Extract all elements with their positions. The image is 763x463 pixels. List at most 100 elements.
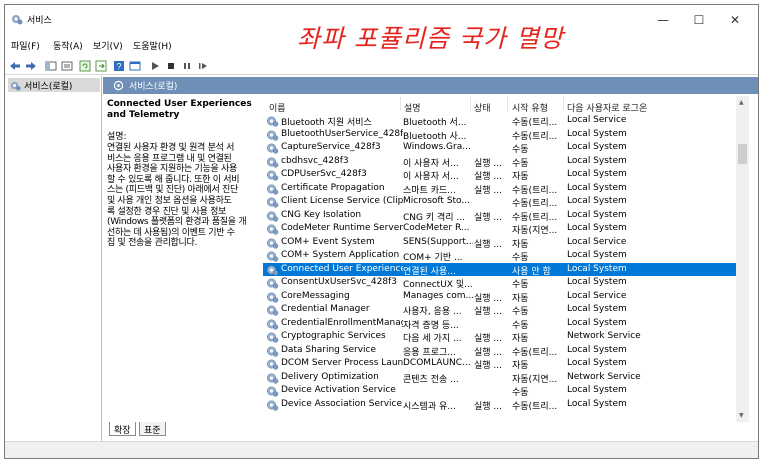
pause-service-icon[interactable] <box>181 60 193 72</box>
service-startup-type: 수동 <box>512 307 529 317</box>
tree-item-services-local[interactable]: 서비스(로컬) <box>8 78 100 92</box>
service-row[interactable]: Data Sharing Service 응용 프로그... 실행 ... 수동(트리… <box>263 344 737 358</box>
column-header-name[interactable]: 이름 <box>269 101 286 114</box>
service-status: 실행 ... <box>474 293 503 304</box>
view-icon[interactable] <box>61 60 73 72</box>
services-window: 서비스 좌파 포퓰리즘 국가 멸망 — ☐ ✕ 파일(F) 동작(A) 보기(V… <box>4 4 759 459</box>
view-tabs: 확장 표준 <box>105 422 405 438</box>
description-label: 설명: <box>107 132 127 142</box>
scroll-down-arrow-icon[interactable]: ▼ <box>739 412 744 419</box>
maximize-button[interactable]: ☐ <box>681 9 717 31</box>
service-row[interactable]: DCOM Server Process Laun... DCOMLAUNC... 실… <box>263 357 737 371</box>
service-gear-icon <box>267 305 279 316</box>
stop-service-icon[interactable] <box>165 60 177 72</box>
service-row[interactable]: Device Association Service 시스템과 유... 실행 ..… <box>263 398 737 412</box>
help-icon[interactable]: ? <box>113 60 125 72</box>
column-header-description[interactable]: 설명 <box>404 101 421 114</box>
minimize-button[interactable]: — <box>645 9 681 31</box>
service-gear-icon <box>267 211 279 222</box>
service-row[interactable]: CredentialEnrollmentManag... 자격 증명 등... 수동… <box>263 317 737 331</box>
service-row[interactable]: ConsentUxUserSvc_428f3 ConnectUX 및... 수동 Lo… <box>263 276 737 290</box>
toolbar: ? <box>5 57 758 75</box>
menu-file[interactable]: 파일(F) <box>11 39 40 52</box>
service-row[interactable]: Cryptographic Services 다음 세 가지 ... 실행 ... 자… <box>263 330 737 344</box>
column-divider[interactable] <box>470 97 471 111</box>
service-status: 실행 ... <box>474 334 503 344</box>
service-startup-type: 자동(지연... <box>512 374 558 385</box>
description-line: (Windows 플랫폼의 환경과 품질을 개 <box>107 217 247 228</box>
column-divider[interactable] <box>563 97 564 111</box>
service-row[interactable]: Delivery Optimization 콘텐츠 전송 ... 자동(지연... N… <box>263 371 737 385</box>
service-name: CNG Key Isolation <box>281 209 362 220</box>
service-status: 실행 ... <box>474 185 503 196</box>
service-gear-icon <box>267 278 279 289</box>
description-line: 연결된 사용자 환경 및 원격 분석 서 <box>107 143 235 153</box>
service-row[interactable]: CodeMeter Runtime Server CodeMeter R... 자동… <box>263 222 737 236</box>
service-row[interactable]: COM+ System Application COM+ 기반 ... 수동 Loca… <box>263 249 737 263</box>
description-text: 연결된 사용자 환경 및 원격 분석 서 비스는 응용 프로그램 내 및 연결된 사… <box>107 143 255 249</box>
menu-view[interactable]: 보기(V) <box>93 39 123 52</box>
column-divider[interactable] <box>400 97 401 111</box>
tab-standard[interactable]: 표준 <box>139 422 166 436</box>
restart-service-icon[interactable] <box>197 60 209 72</box>
service-gear-icon <box>267 332 279 343</box>
service-name: Device Association Service <box>281 398 403 409</box>
properties-icon[interactable] <box>129 60 141 72</box>
close-button[interactable]: ✕ <box>717 9 753 31</box>
service-row[interactable]: COM+ Event System SENS(Support... 실행 ... 자동… <box>263 236 737 250</box>
menu-bar: 파일(F) 동작(A) 보기(V) 도움말(H) <box>5 37 758 53</box>
service-logon-account: Local System <box>567 398 627 409</box>
service-startup-type: 자동 <box>512 293 529 304</box>
service-row[interactable]: Certificate Propagation 스마트 카드... 실행 ... 수동… <box>263 182 737 196</box>
tab-extended[interactable]: 확장 <box>109 422 136 436</box>
service-row[interactable]: CoreMessaging Manages com... 실행 ... 자동 Local… <box>263 290 737 304</box>
service-description: ConnectUX 및... <box>403 280 473 290</box>
vertical-scrollbar[interactable]: ▲ ▼ <box>736 96 749 422</box>
service-row[interactable]: CNG Key Isolation CNG 키 격리 ... 실행 ... 수동(트리… <box>263 209 737 223</box>
description-line: 선하는 데 사용됨)의 이벤트 기반 수 <box>107 227 235 238</box>
service-gear-icon <box>267 386 279 397</box>
service-row[interactable]: CDPUserSvc_428f3 이 사용자 서... 실행 ... 자동 Local … <box>263 168 737 182</box>
service-name: Device Activation Service <box>281 385 396 395</box>
service-row[interactable]: cbdhsvc_428f3 이 사용자 서... 실행 ... 수동 Local Sys… <box>263 155 737 169</box>
service-startup-type: 자동(지연... <box>512 226 558 236</box>
service-logon-account: Local System <box>567 128 627 139</box>
column-header-status[interactable]: 상태 <box>474 101 491 114</box>
service-startup-type: 수동(트리... <box>512 199 558 209</box>
description-line: 및 사용 개인 정보 옵션을 사용하도 <box>107 195 232 206</box>
column-header-startup[interactable]: 시작 유형 <box>512 101 548 114</box>
scroll-up-arrow-icon[interactable]: ▲ <box>739 99 744 106</box>
service-startup-type: 수동 <box>512 320 529 331</box>
service-name: COM+ Event System <box>281 236 375 247</box>
start-service-icon[interactable] <box>149 60 161 72</box>
service-startup-type: 자동 <box>512 361 529 371</box>
back-arrow-icon[interactable] <box>9 60 21 72</box>
scroll-thumb[interactable] <box>738 144 747 164</box>
description-line: 비스는 응용 프로그램 내 및 연결된 <box>107 153 232 164</box>
service-row[interactable]: Connected User Experiences...연결된 사용... 사용… <box>263 262 737 277</box>
service-gear-icon <box>267 130 279 141</box>
column-header-logon[interactable]: 다음 사용자로 로그온 <box>567 101 647 114</box>
service-row[interactable]: Credential Manager 사용자, 응용 ... 실행 ... 수동 Loc… <box>263 303 737 317</box>
forward-arrow-icon[interactable] <box>25 60 37 72</box>
menu-action[interactable]: 동작(A) <box>53 39 83 52</box>
service-startup-type: 수동 <box>512 388 529 398</box>
service-gear-icon <box>267 373 279 384</box>
service-status: 실행 ... <box>474 347 503 358</box>
show-tree-icon[interactable] <box>45 60 57 72</box>
service-row[interactable]: Client License Service (ClipS...Microsof… <box>263 195 737 209</box>
service-row[interactable]: BluetoothUserService_428f3 Bluetooth 사...… <box>263 128 737 142</box>
service-startup-type: 수동 <box>512 145 529 155</box>
service-row[interactable]: Bluetooth 지원 서비스 Bluetooth 서... 수동(트리... Lo… <box>263 114 737 128</box>
menu-help[interactable]: 도움말(H) <box>133 39 172 52</box>
service-logon-account: Local System <box>567 385 627 395</box>
service-startup-type: 수동(트리... <box>512 212 558 223</box>
service-description: 응용 프로그... <box>403 347 456 358</box>
export-list-icon[interactable] <box>95 60 107 72</box>
service-row[interactable]: CaptureService_428f3 Windows.Gra... 수동 Loca… <box>263 141 737 155</box>
column-divider[interactable] <box>507 97 508 111</box>
service-gear-icon <box>267 157 279 168</box>
service-row[interactable]: Device Activation Service 수동 Local System <box>263 384 737 398</box>
service-logon-account: Local System <box>567 209 627 220</box>
refresh-icon[interactable] <box>79 60 91 72</box>
